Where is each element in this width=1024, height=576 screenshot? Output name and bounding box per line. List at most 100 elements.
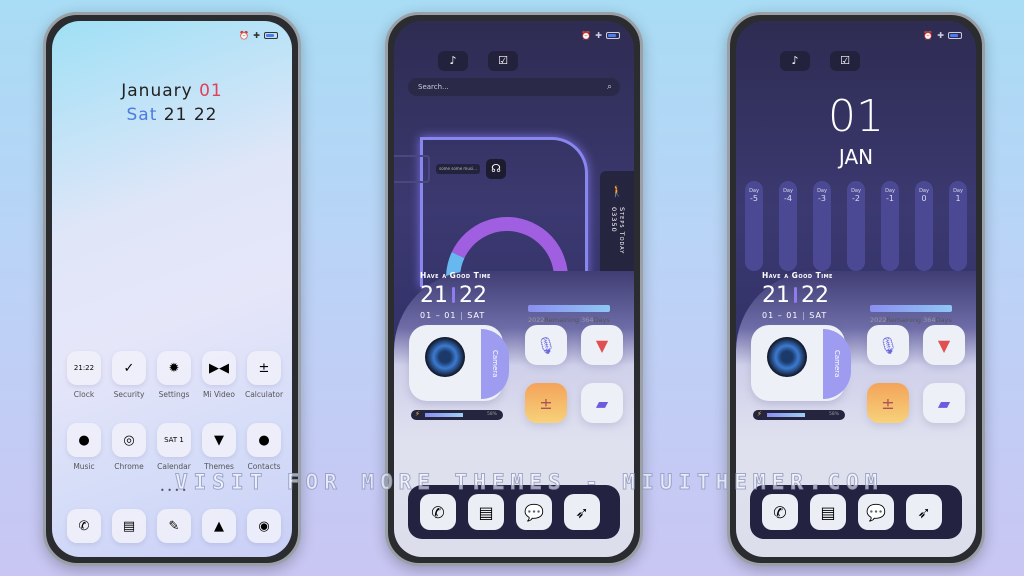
music-icon: ● <box>67 423 101 457</box>
watermark: VISIT FOR MORE THEMES - MIUITHEMER.COM <box>174 470 884 495</box>
browser-icon[interactable]: ➶ <box>906 494 942 530</box>
dock-phone[interactable]: ✆ <box>62 509 106 543</box>
weekday: Sat <box>126 105 158 125</box>
time-line: Sat 21 22 <box>52 105 292 125</box>
days-count: 364 <box>923 316 936 324</box>
date: 01 – 01 | SAT <box>762 311 828 320</box>
themes-icon[interactable]: ▼ <box>923 325 965 365</box>
status-bar: ⏰ ✚ <box>239 31 278 40</box>
app-mi-video[interactable]: ▶◀ Mi Video <box>197 351 241 399</box>
music-tab-icon[interactable]: ♪ <box>780 51 810 71</box>
camera-widget[interactable]: Camera <box>751 325 851 401</box>
alarm-icon: ⏰ <box>581 31 592 40</box>
battery-icon <box>948 32 962 39</box>
app-chrome[interactable]: ◎ Chrome <box>107 423 151 471</box>
camera-lens-icon <box>425 337 465 377</box>
calculator-icon[interactable]: ± <box>867 383 909 423</box>
calculator-icon: ± <box>247 351 281 385</box>
alarm-icon: ⏰ <box>923 31 934 40</box>
song-title: some some musi... <box>436 164 480 174</box>
messages-icon[interactable]: ▤ <box>468 494 504 530</box>
day-bar[interactable]: Day -2 <box>847 181 865 271</box>
day-bar[interactable]: Day 1 <box>949 181 967 271</box>
calendar-tab-icon[interactable]: ☑ <box>488 51 518 71</box>
steps-label: Steps Today <box>618 207 626 255</box>
app-settings[interactable]: ✹ Settings <box>152 351 196 399</box>
phone-icon[interactable]: ✆ <box>762 494 798 530</box>
wechat-icon[interactable]: 💬 <box>516 494 552 530</box>
bluetooth-icon: ✚ <box>595 31 602 40</box>
themes-icon[interactable]: ▼ <box>581 325 623 365</box>
calendar-tab-icon[interactable]: ☑ <box>830 51 860 71</box>
day-offset: 0 <box>921 194 927 203</box>
battery-icon <box>606 32 620 39</box>
bolt-icon: ⚡ <box>415 410 420 418</box>
dock-camera[interactable]: ◉ <box>242 509 286 543</box>
day-offset: 1 <box>955 194 961 203</box>
browser-icon[interactable]: ➶ <box>564 494 600 530</box>
status-bar: ⏰ ✚ <box>923 31 962 40</box>
day-bar[interactable]: Day -1 <box>881 181 899 271</box>
calculator-icon[interactable]: ± <box>525 383 567 423</box>
chrome-icon: ◎ <box>112 423 146 457</box>
camera-lens-icon <box>767 337 807 377</box>
time: 21 22 <box>163 105 218 125</box>
app-label: Clock <box>73 390 95 399</box>
year: 2022 <box>870 316 887 324</box>
year-progress-label: 2022Remaining 364Days <box>870 316 952 324</box>
day-bar[interactable]: Day -4 <box>779 181 797 271</box>
headphones-icon[interactable]: ☊ <box>486 159 506 179</box>
search-icon[interactable]: ⌕ <box>607 78 612 96</box>
remaining-label: Remaining <box>544 316 580 324</box>
day-bar[interactable]: Day -5 <box>745 181 763 271</box>
camera-widget[interactable]: Camera <box>409 325 509 401</box>
recorder-icon[interactable]: 🎙 <box>867 325 909 365</box>
remaining-label: Remaining <box>886 316 922 324</box>
bolt-icon: ⚡ <box>757 410 762 418</box>
day-bar[interactable]: Day -3 <box>813 181 831 271</box>
greeting: Have a Good Time <box>420 271 491 280</box>
bluetooth-icon: ✚ <box>253 31 260 40</box>
dock-messages[interactable]: ▤ <box>107 509 151 543</box>
minute: 22 <box>801 283 829 308</box>
alarm-icon: ⏰ <box>239 31 250 40</box>
year-progress-bar <box>870 305 952 312</box>
days-label: Days <box>593 316 610 324</box>
phone-icon: ✆ <box>67 509 101 543</box>
gallery-icon: ▲ <box>202 509 236 543</box>
app-music[interactable]: ● Music <box>62 423 106 471</box>
month: JAN <box>838 145 874 169</box>
music-tab-icon[interactable]: ♪ <box>438 51 468 71</box>
day-offset: -2 <box>852 194 860 203</box>
day-offset: -1 <box>886 194 894 203</box>
day-bar[interactable]: Day 0 <box>915 181 933 271</box>
dock-gallery[interactable]: ▲ <box>197 509 241 543</box>
date-line: January 01 <box>52 81 292 101</box>
hour: 21 <box>420 283 448 308</box>
video-icon[interactable]: ▰ <box>581 383 623 423</box>
greeting: Have a Good Time <box>762 271 833 280</box>
app-contacts[interactable]: ● Contacts <box>242 423 286 471</box>
month: January <box>121 81 193 101</box>
clock: 21 22 <box>420 283 487 308</box>
wechat-icon[interactable]: 💬 <box>858 494 894 530</box>
themes-icon: ▼ <box>202 423 236 457</box>
day-offset: -3 <box>818 194 826 203</box>
year: 2022 <box>528 316 545 324</box>
dock-notes[interactable]: ✎ <box>152 509 196 543</box>
app-security[interactable]: ✓ Security <box>107 351 151 399</box>
app-calendar[interactable]: SAT 1 Calendar <box>152 423 196 471</box>
messages-icon[interactable]: ▤ <box>810 494 846 530</box>
search-input[interactable]: Search... ⌕ <box>408 78 620 96</box>
clock-icon: 21:22 <box>67 351 101 385</box>
app-calculator[interactable]: ± Calculator <box>242 351 286 399</box>
video-icon[interactable]: ▰ <box>923 383 965 423</box>
app-clock[interactable]: 21:22 Clock <box>62 351 106 399</box>
app-label: Chrome <box>114 462 144 471</box>
walking-icon: 🚶 <box>610 185 624 198</box>
battery-percent: 58% <box>486 412 497 417</box>
date-value: 01 – 01 <box>762 311 799 320</box>
phone-icon[interactable]: ✆ <box>420 494 456 530</box>
app-themes[interactable]: ▼ Themes <box>197 423 241 471</box>
recorder-icon[interactable]: 🎙 <box>525 325 567 365</box>
